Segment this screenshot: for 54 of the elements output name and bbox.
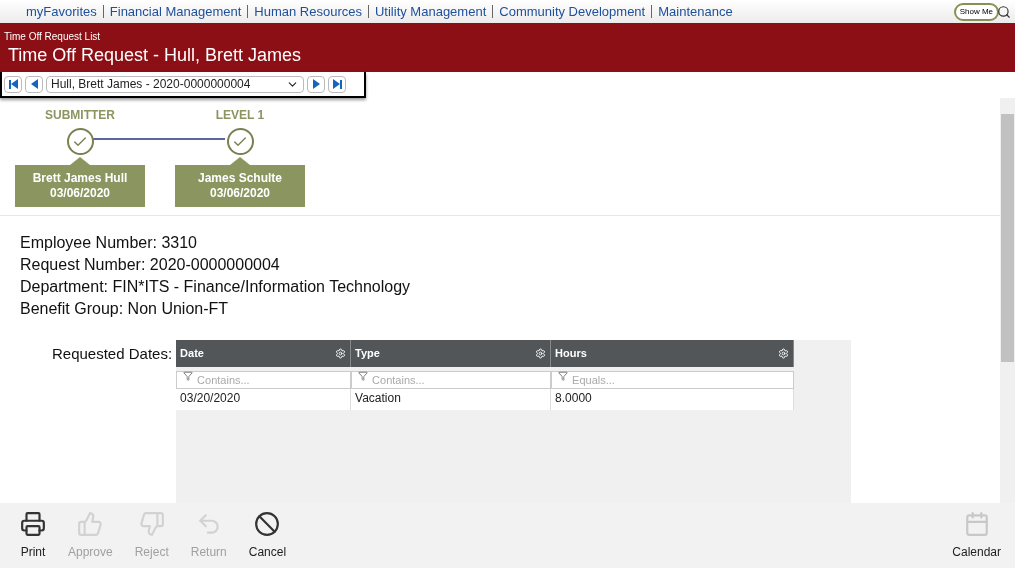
previous-record-button[interactable] (25, 75, 43, 93)
printer-icon (20, 510, 46, 537)
nav-link[interactable]: Maintenance (651, 5, 733, 18)
detail-text: Department: FIN*ITS - Finance/Information Technology (20, 277, 412, 297)
table-cell: 8.0000 (551, 385, 795, 410)
ban-icon (254, 510, 281, 537)
column-header[interactable]: Hours (551, 340, 795, 367)
settings-icon[interactable] (335, 348, 347, 359)
previous-icon (30, 79, 38, 89)
nav-link[interactable]: Community Development (492, 5, 646, 18)
table-cell: Vacation (351, 385, 552, 410)
scrollbar-thumb[interactable] (1001, 114, 1014, 362)
detail-text: Employee Number: 3310 (20, 233, 198, 253)
record-select[interactable]: Hull, Brett James - 2020-0000000004 (46, 75, 304, 93)
nav-link[interactable]: Utility Management (368, 5, 487, 18)
detail-text: Benefit Group: Non Union-FT (20, 299, 230, 319)
cancel-button[interactable]: Cancel (246, 510, 289, 561)
requested-dates-label: Requested Dates: (52, 344, 173, 364)
step-label: SUBMITTER (45, 107, 115, 124)
last-record-button[interactable] (328, 75, 346, 93)
search-icon[interactable] (997, 4, 1011, 19)
print-button[interactable]: Print (18, 510, 48, 561)
next-record-button[interactable] (307, 75, 325, 93)
calendar-icon (963, 510, 990, 537)
approver-name: Brett James Hull (32, 171, 128, 186)
approval-date: 03/06/2020 (209, 186, 271, 201)
settings-icon[interactable] (535, 348, 547, 359)
nav-link[interactable]: Human Resources (247, 5, 362, 18)
detail-text: Request Number: 2020-0000000004 (20, 255, 281, 275)
show-me-button[interactable]: Show Me (953, 2, 999, 21)
nav-link[interactable]: Financial Management (102, 5, 242, 18)
breadcrumb[interactable]: Time Off Request List (4, 31, 1015, 43)
filter-icon (358, 371, 369, 381)
calendar-button[interactable]: Calendar (950, 510, 1003, 561)
filter-icon (558, 371, 569, 381)
step-label: LEVEL 1 (215, 107, 265, 124)
page-title: Time Off Request - Hull, Brett James (7, 44, 303, 67)
table-cell: 03/20/2020 (176, 385, 352, 410)
last-icon (332, 79, 342, 89)
filter-field[interactable]: Contains... (351, 371, 552, 389)
settings-icon[interactable] (778, 348, 790, 359)
filter-field[interactable]: Contains... (176, 371, 352, 389)
filter-field[interactable]: Equals... (551, 371, 795, 389)
next-icon (312, 79, 320, 89)
approver-name: James Schulte (197, 171, 282, 186)
thumbs-up-icon (77, 510, 104, 537)
first-icon (8, 79, 18, 89)
filter-icon (183, 371, 194, 381)
approval-date: 03/06/2020 (49, 186, 111, 201)
thumbs-down-icon (138, 510, 165, 537)
column-header[interactable]: Date (176, 340, 352, 367)
column-header[interactable]: Type (351, 340, 552, 367)
first-record-button[interactable] (4, 75, 22, 93)
nav-link[interactable]: myFavorites (26, 1, 97, 22)
